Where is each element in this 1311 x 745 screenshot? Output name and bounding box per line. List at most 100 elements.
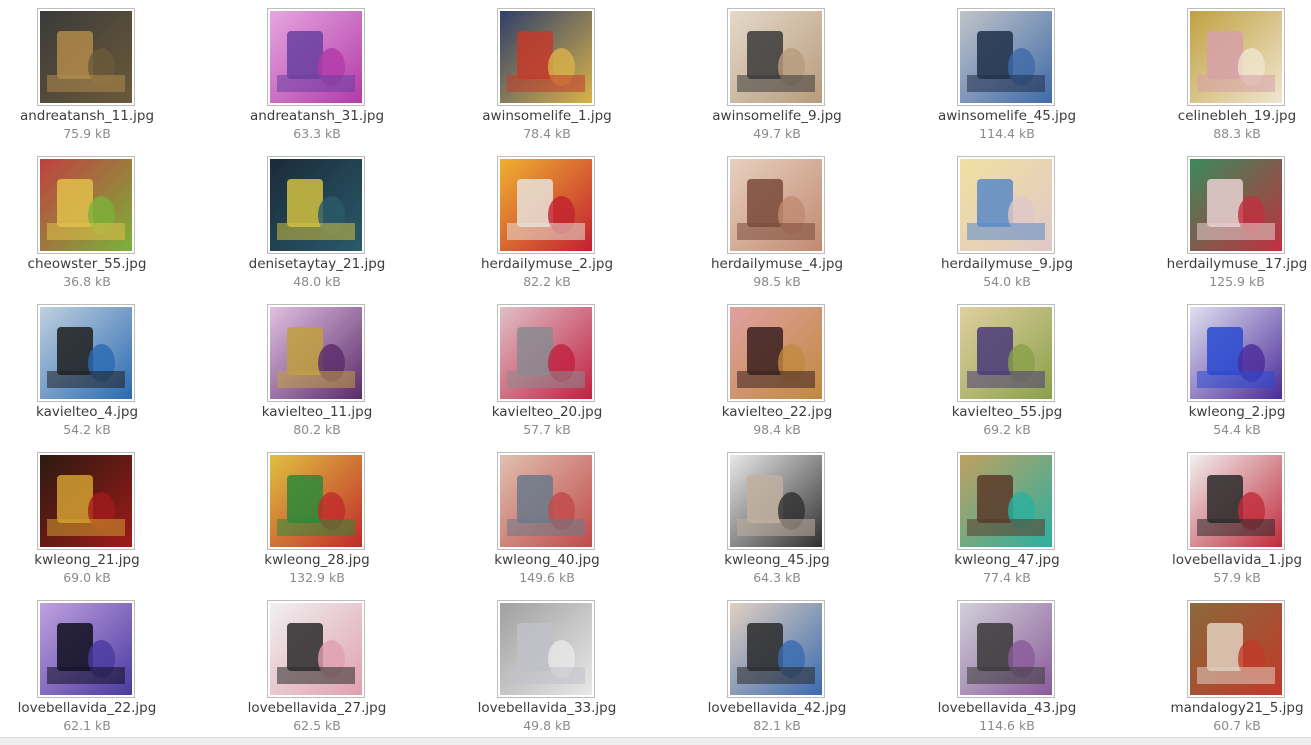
file-item[interactable]: kavielteo_22.jpg 98.4 kB: [677, 304, 877, 444]
file-size: 48.0 kB: [293, 274, 341, 289]
thumbnail-shape: [967, 371, 1045, 388]
file-item[interactable]: kavielteo_55.jpg 69.2 kB: [907, 304, 1107, 444]
image-thumbnail[interactable]: [267, 304, 365, 402]
thumbnail-image: [270, 455, 362, 547]
image-thumbnail[interactable]: [1187, 304, 1285, 402]
thumbnail-shape: [737, 519, 815, 536]
thumbnail-shape: [47, 667, 125, 684]
image-thumbnail[interactable]: [957, 8, 1055, 106]
file-name: lovebellavida_43.jpg: [937, 700, 1077, 716]
file-item[interactable]: denisetaytay_21.jpg 48.0 kB: [217, 156, 417, 296]
thumbnail-image: [1190, 455, 1282, 547]
thumbnail-image: [40, 159, 132, 251]
image-thumbnail[interactable]: [727, 452, 825, 550]
file-name: lovebellavida_22.jpg: [17, 700, 157, 716]
file-name: cheowster_55.jpg: [27, 256, 147, 272]
thumbnail-image: [960, 455, 1052, 547]
file-item[interactable]: lovebellavida_42.jpg 82.1 kB: [677, 600, 877, 740]
image-thumbnail[interactable]: [267, 8, 365, 106]
file-size: 57.7 kB: [523, 422, 571, 437]
file-item[interactable]: celinebleh_19.jpg 88.3 kB: [1137, 8, 1311, 148]
image-thumbnail[interactable]: [497, 452, 595, 550]
file-item[interactable]: herdailymuse_2.jpg 82.2 kB: [447, 156, 647, 296]
image-thumbnail[interactable]: [957, 304, 1055, 402]
file-size: 114.6 kB: [979, 718, 1035, 733]
file-item[interactable]: kavielteo_4.jpg 54.2 kB: [0, 304, 187, 444]
file-item[interactable]: herdailymuse_17.jpg 125.9 kB: [1137, 156, 1311, 296]
image-thumbnail[interactable]: [957, 600, 1055, 698]
image-thumbnail[interactable]: [727, 304, 825, 402]
horizontal-scrollbar[interactable]: [0, 737, 1311, 745]
thumbnail-image: [270, 307, 362, 399]
image-thumbnail[interactable]: [727, 156, 825, 254]
file-size: 57.9 kB: [1213, 570, 1261, 585]
file-item[interactable]: kwleong_45.jpg 64.3 kB: [677, 452, 877, 592]
thumbnail-shape: [47, 519, 125, 536]
file-name: awinsomelife_1.jpg: [482, 108, 612, 124]
file-item[interactable]: lovebellavida_27.jpg 62.5 kB: [217, 600, 417, 740]
file-item[interactable]: kwleong_40.jpg 149.6 kB: [447, 452, 647, 592]
file-item[interactable]: lovebellavida_22.jpg 62.1 kB: [0, 600, 187, 740]
image-thumbnail[interactable]: [37, 8, 135, 106]
file-item[interactable]: lovebellavida_33.jpg 49.8 kB: [447, 600, 647, 740]
thumbnail-image: [500, 603, 592, 695]
file-item[interactable]: andreatansh_31.jpg 63.3 kB: [217, 8, 417, 148]
image-thumbnail[interactable]: [957, 156, 1055, 254]
thumbnail-image: [270, 603, 362, 695]
file-name: kwleong_47.jpg: [954, 552, 1060, 568]
file-item[interactable]: awinsomelife_45.jpg 114.4 kB: [907, 8, 1107, 148]
image-thumbnail[interactable]: [37, 156, 135, 254]
file-name: lovebellavida_1.jpg: [1171, 552, 1303, 568]
image-thumbnail[interactable]: [497, 304, 595, 402]
image-thumbnail[interactable]: [1187, 156, 1285, 254]
file-name: herdailymuse_2.jpg: [480, 256, 614, 272]
file-name: kavielteo_4.jpg: [35, 404, 139, 420]
thumbnail-shape: [277, 75, 355, 92]
image-thumbnail[interactable]: [497, 600, 595, 698]
image-thumbnail[interactable]: [727, 8, 825, 106]
thumbnail-image: [1190, 603, 1282, 695]
thumbnail-image: [730, 455, 822, 547]
image-thumbnail[interactable]: [267, 452, 365, 550]
file-name: kavielteo_22.jpg: [721, 404, 833, 420]
thumbnail-shape: [507, 75, 585, 92]
image-thumbnail[interactable]: [497, 156, 595, 254]
thumbnail-shape: [277, 371, 355, 388]
file-name: herdailymuse_17.jpg: [1166, 256, 1308, 272]
image-thumbnail[interactable]: [37, 600, 135, 698]
file-item[interactable]: kwleong_47.jpg 77.4 kB: [907, 452, 1107, 592]
image-thumbnail[interactable]: [37, 452, 135, 550]
image-thumbnail[interactable]: [727, 600, 825, 698]
file-item[interactable]: kwleong_21.jpg 69.0 kB: [0, 452, 187, 592]
thumbnail-image: [40, 11, 132, 103]
file-item[interactable]: awinsomelife_9.jpg 49.7 kB: [677, 8, 877, 148]
image-thumbnail[interactable]: [1187, 452, 1285, 550]
file-item[interactable]: kavielteo_20.jpg 57.7 kB: [447, 304, 647, 444]
thumbnail-image: [500, 159, 592, 251]
file-item[interactable]: kavielteo_11.jpg 80.2 kB: [217, 304, 417, 444]
file-item[interactable]: lovebellavida_43.jpg 114.6 kB: [907, 600, 1107, 740]
file-item[interactable]: andreatansh_11.jpg 75.9 kB: [0, 8, 187, 148]
thumbnail-shape: [737, 667, 815, 684]
file-name: kavielteo_11.jpg: [261, 404, 373, 420]
file-item[interactable]: mandalogy21_5.jpg 60.7 kB: [1137, 600, 1311, 740]
file-item[interactable]: cheowster_55.jpg 36.8 kB: [0, 156, 187, 296]
file-size: 82.2 kB: [523, 274, 571, 289]
image-thumbnail[interactable]: [37, 304, 135, 402]
file-item[interactable]: herdailymuse_9.jpg 54.0 kB: [907, 156, 1107, 296]
thumbnail-shape: [737, 371, 815, 388]
file-item[interactable]: herdailymuse_4.jpg 98.5 kB: [677, 156, 877, 296]
image-thumbnail[interactable]: [267, 600, 365, 698]
image-thumbnail[interactable]: [1187, 8, 1285, 106]
image-thumbnail[interactable]: [1187, 600, 1285, 698]
file-item[interactable]: awinsomelife_1.jpg 78.4 kB: [447, 8, 647, 148]
file-size: 49.8 kB: [523, 718, 571, 733]
image-thumbnail[interactable]: [497, 8, 595, 106]
file-name: andreatansh_31.jpg: [249, 108, 385, 124]
file-item[interactable]: kwleong_28.jpg 132.9 kB: [217, 452, 417, 592]
image-thumbnail[interactable]: [957, 452, 1055, 550]
file-name: awinsomelife_9.jpg: [712, 108, 842, 124]
file-item[interactable]: kwleong_2.jpg 54.4 kB: [1137, 304, 1311, 444]
image-thumbnail[interactable]: [267, 156, 365, 254]
file-item[interactable]: lovebellavida_1.jpg 57.9 kB: [1137, 452, 1311, 592]
